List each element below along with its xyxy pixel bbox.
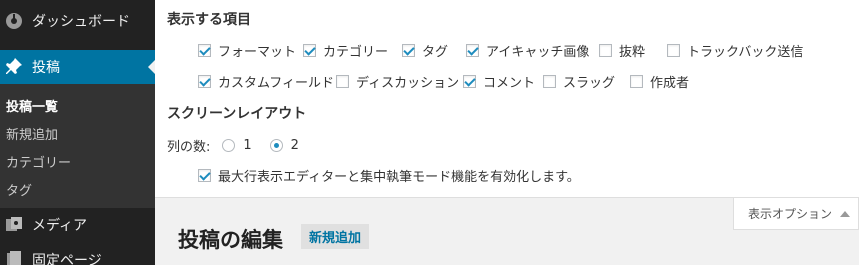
submenu-tags[interactable]: タグ xyxy=(6,180,32,199)
dashboard-icon xyxy=(4,11,24,31)
categories-checkbox[interactable] xyxy=(303,44,316,57)
format-label: フォーマット xyxy=(218,45,297,60)
comments-checkbox[interactable] xyxy=(463,75,476,88)
discussion-checkbox[interactable] xyxy=(336,75,349,88)
column-toggle-format[interactable]: フォーマット xyxy=(198,41,296,60)
screen-options-label: 表示オプション xyxy=(748,207,833,221)
author-label: 作成者 xyxy=(650,76,690,91)
media-icon xyxy=(4,215,24,235)
menu-item-label: 投稿 xyxy=(32,60,60,76)
excerpt-checkbox[interactable] xyxy=(599,44,612,57)
posts-submenu: 投稿一覧 新規追加 カテゴリー タグ xyxy=(0,84,155,208)
column-count-value: 1 xyxy=(243,138,252,153)
column-toggle-categories[interactable]: カテゴリー xyxy=(303,41,388,60)
column-toggle-discussion[interactable]: ディスカッション xyxy=(336,72,459,91)
column-toggle-trackbacks[interactable]: トラックバック送信 xyxy=(667,41,803,60)
menu-item-dashboard[interactable]: ダッシュボード xyxy=(0,4,155,38)
layout-heading: スクリーンレイアウト xyxy=(167,106,307,122)
column-count-group: 列の数: 1 2 xyxy=(167,136,299,155)
tags-label: タグ xyxy=(422,45,449,60)
submenu-add-new[interactable]: 新規追加 xyxy=(6,124,58,143)
menu-item-label: メディア xyxy=(32,218,88,234)
column-count-option-1[interactable]: 1 xyxy=(222,138,252,153)
column-toggle-featured-image[interactable]: アイキャッチ画像 xyxy=(466,41,589,60)
column-count-value: 2 xyxy=(290,138,299,153)
menu-item-media[interactable]: メディア xyxy=(0,208,155,242)
discussion-label: ディスカッション xyxy=(356,76,460,91)
menu-item-posts[interactable]: 投稿 xyxy=(0,50,155,84)
editor-expand-label: 最大行表示エディターと集中執筆モード機能を有効化します。 xyxy=(218,170,580,185)
tags-checkbox[interactable] xyxy=(402,44,415,57)
columns-heading: 表示する項目 xyxy=(167,12,251,28)
column-count-option-2[interactable]: 2 xyxy=(269,138,299,153)
submenu-categories[interactable]: カテゴリー xyxy=(6,152,71,171)
column-toggle-slug[interactable]: スラッグ xyxy=(543,72,615,91)
author-checkbox[interactable] xyxy=(630,75,643,88)
featured-image-checkbox[interactable] xyxy=(466,44,479,57)
column-toggle-author[interactable]: 作成者 xyxy=(630,72,689,91)
custom-fields-checkbox[interactable] xyxy=(198,75,211,88)
categories-label: カテゴリー xyxy=(323,45,389,60)
custom-fields-label: カスタムフィールド xyxy=(218,76,334,91)
admin-sidebar: ダッシュボード 投稿 投稿一覧 新規追加 カテゴリー タグ メディア 固定ページ xyxy=(0,0,155,265)
slug-label: スラッグ xyxy=(563,76,616,91)
column-count-radio-2[interactable] xyxy=(269,139,283,152)
format-checkbox[interactable] xyxy=(198,44,211,57)
menu-item-label: ダッシュボード xyxy=(32,14,130,30)
screen-options-toggle[interactable]: 表示オプション xyxy=(733,198,859,230)
comments-label: コメント xyxy=(483,76,536,91)
column-count-label: 列の数: xyxy=(167,140,211,155)
column-toggle-custom-fields[interactable]: カスタムフィールド xyxy=(198,72,334,91)
page-icon xyxy=(4,250,24,265)
slug-checkbox[interactable] xyxy=(543,75,556,88)
column-toggle-excerpt[interactable]: 抜粋 xyxy=(599,41,645,60)
menu-item-pages[interactable]: 固定ページ xyxy=(0,243,155,265)
submenu-all-posts[interactable]: 投稿一覧 xyxy=(6,96,58,115)
editor-expand-toggle[interactable]: 最大行表示エディターと集中執筆モード機能を有効化します。 xyxy=(198,166,580,185)
caret-up-icon xyxy=(840,210,851,217)
menu-item-label: 固定ページ xyxy=(32,253,102,265)
featured-image-label: アイキャッチ画像 xyxy=(486,45,590,60)
column-toggle-comments[interactable]: コメント xyxy=(463,72,535,91)
column-toggle-tags[interactable]: タグ xyxy=(402,41,448,60)
column-count-radio-1[interactable] xyxy=(222,139,236,152)
editor-expand-checkbox[interactable] xyxy=(198,169,211,182)
trackbacks-label: トラックバック送信 xyxy=(687,45,804,60)
screen-options-panel: 表示する項目 フォーマット カテゴリー タグ アイキャッチ画像 抜粋 トラックバ… xyxy=(155,0,859,198)
pin-icon xyxy=(4,57,24,77)
add-new-button[interactable]: 新規追加 xyxy=(301,224,370,249)
excerpt-label: 抜粋 xyxy=(619,45,646,60)
page-title: 投稿の編集 xyxy=(178,228,283,252)
trackbacks-checkbox[interactable] xyxy=(667,44,680,57)
